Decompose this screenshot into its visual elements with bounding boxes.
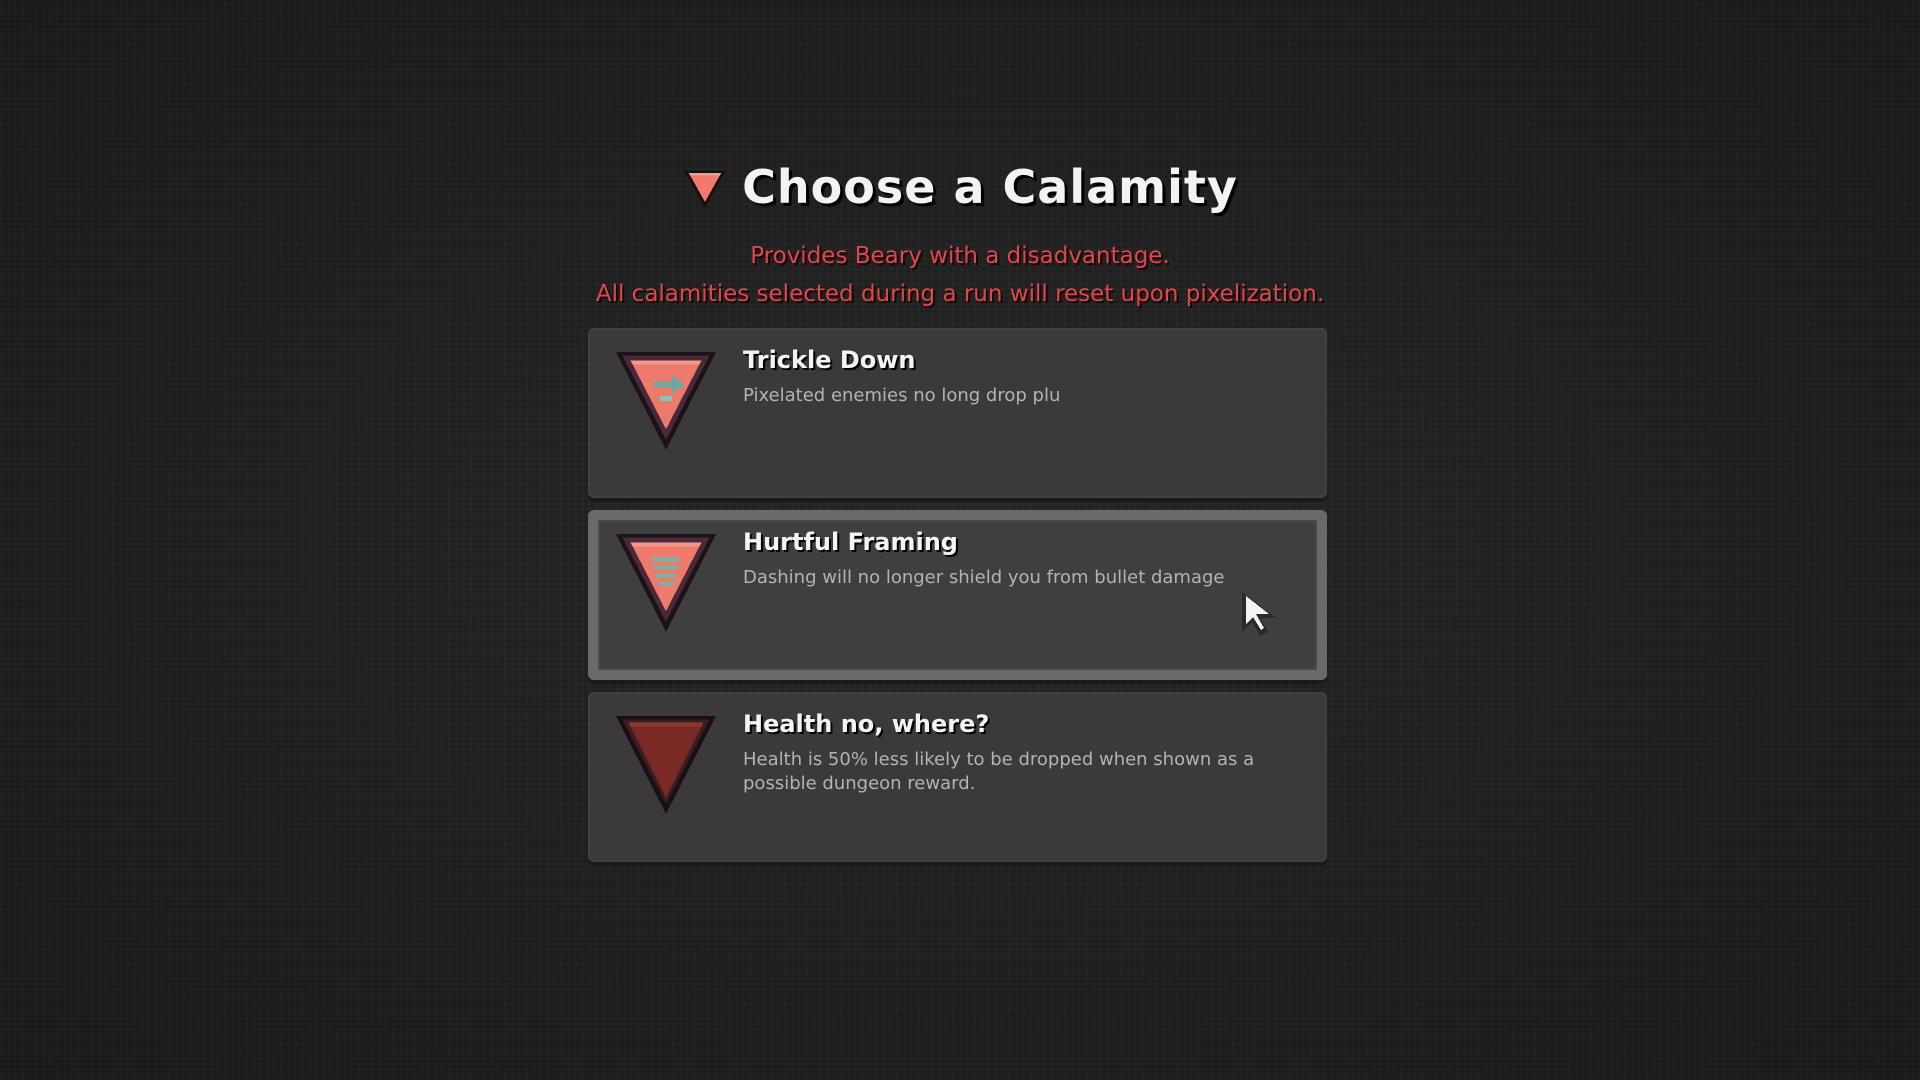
calamity-card-hurtful-framing[interactable]: Hurtful Framing Dashing will no longer s… [588,510,1327,680]
calamity-triangle-spring-icon [616,534,716,632]
red-inverted-triangle-icon [684,170,726,208]
calamity-card-trickle-down[interactable]: Trickle Down Pixelated enemies no long d… [588,328,1327,498]
calamity-name: Hurtful Framing [743,528,958,556]
calamity-triangle-dark-icon [616,716,716,814]
calamity-name: Trickle Down [743,346,916,374]
subtitle-line-2: All calamities selected during a run wil… [595,281,1325,307]
calamity-description: Health is 50% less likely to be dropped … [743,749,1255,794]
calamity-description: Pixelated enemies no long drop plu [743,385,1061,406]
page-title: Choose a Calamity [742,160,1238,214]
calamity-triangle-arrow-icon [616,352,716,450]
subtitle-line-1: Provides Beary with a disadvantage. [750,243,1170,269]
header: Choose a Calamity [0,160,1920,214]
calamity-card-health-no-where[interactable]: Health no, where? Health is 50% less lik… [588,692,1327,862]
calamity-name: Health no, where? [743,710,990,738]
calamity-selection-screen: Choose a Calamity Provides Beary with a … [0,0,1920,1080]
calamity-description: Dashing will no longer shield you from b… [743,567,1225,588]
mouse-cursor-icon [1242,592,1276,636]
